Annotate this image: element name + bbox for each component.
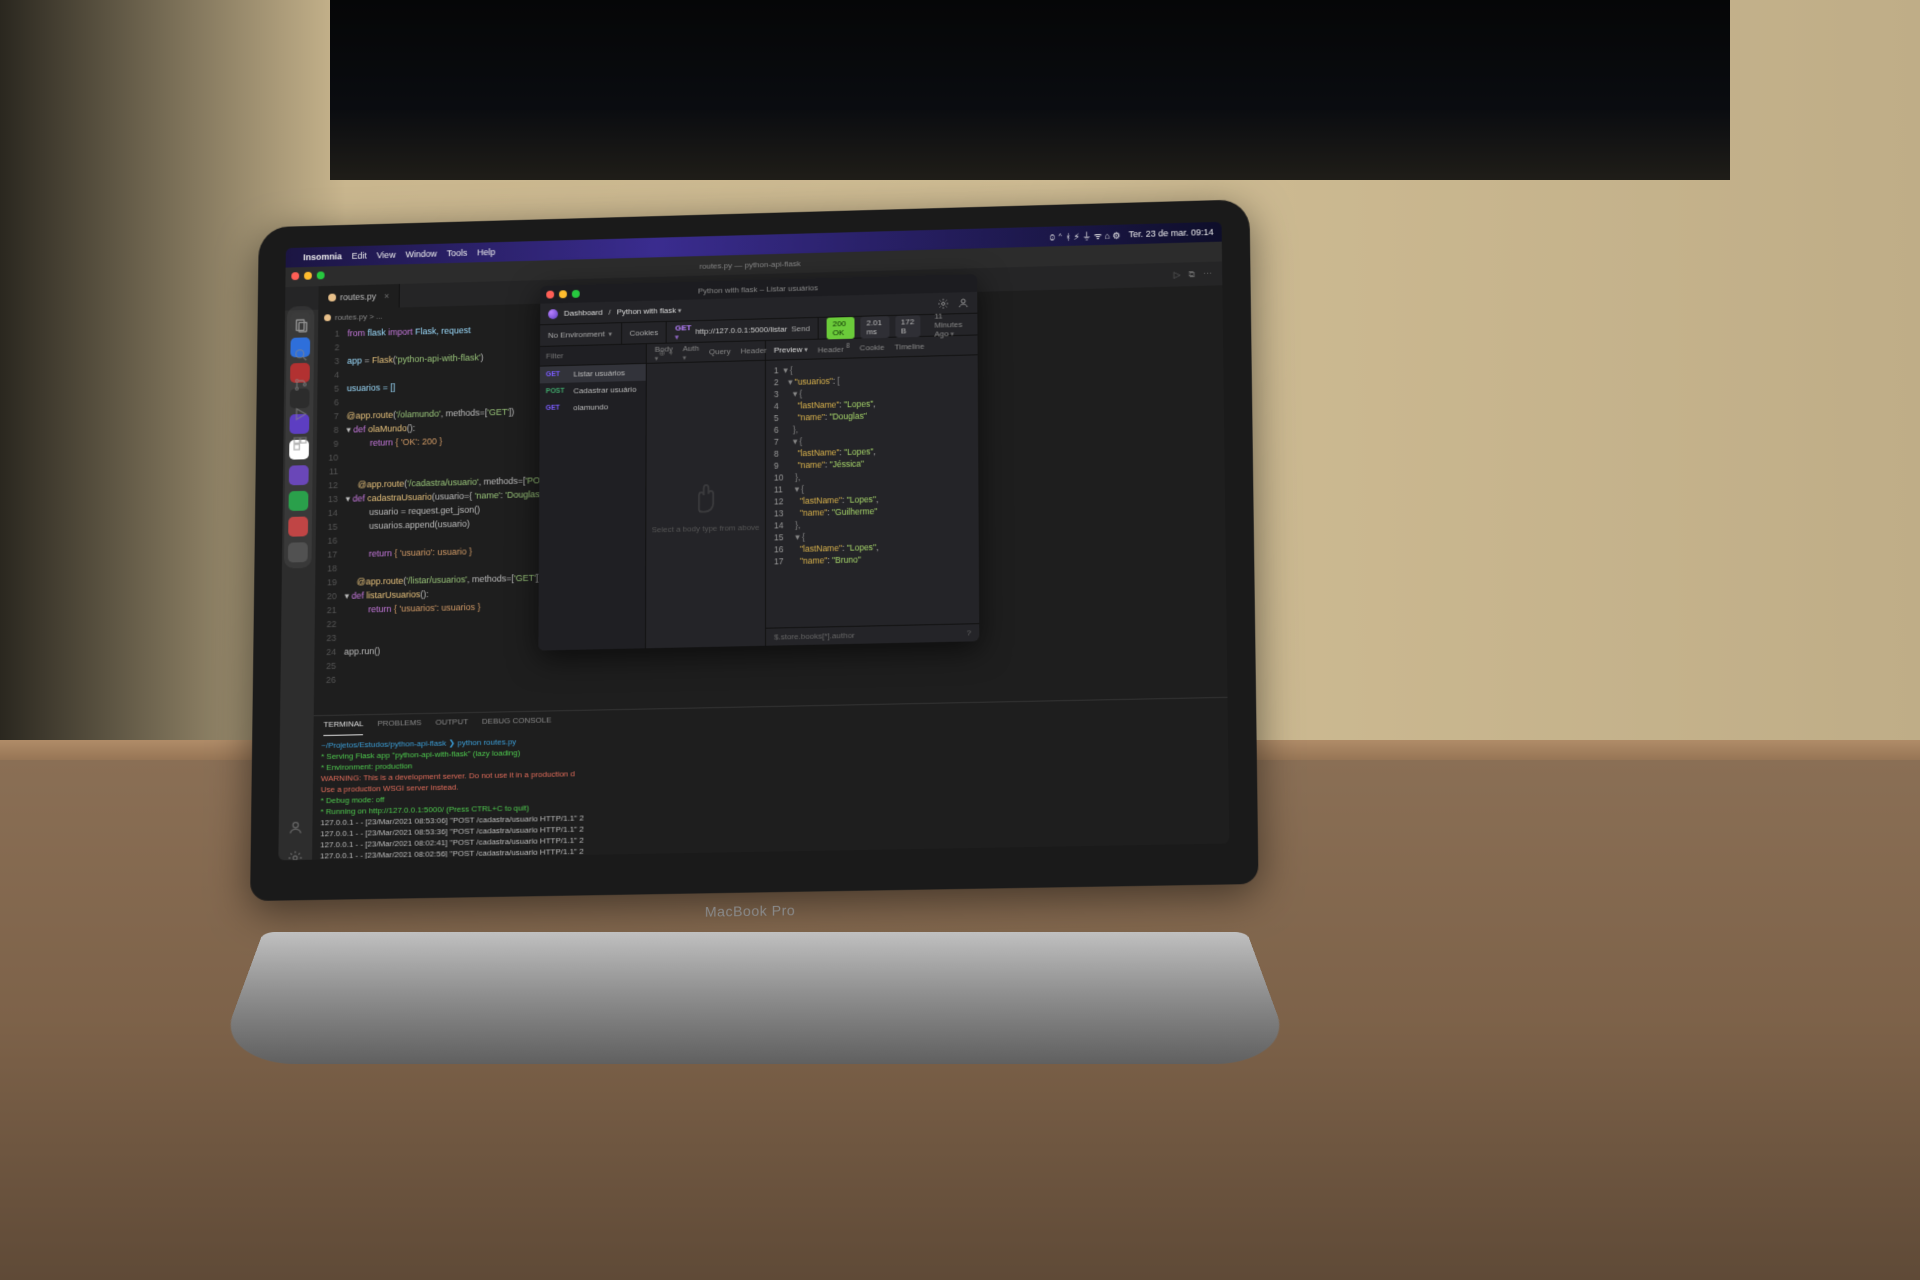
menu-edit[interactable]: Edit	[352, 251, 367, 261]
insomnia-title-text: Python with flask – Listar usuários	[698, 283, 818, 295]
request-label: Cadastrar usuário	[573, 385, 636, 395]
request-label: olamundo	[573, 402, 608, 412]
dock-spotify-icon[interactable]	[289, 491, 309, 511]
minimize-icon[interactable]	[304, 272, 312, 280]
body-hint-text: Select a body type from above	[652, 522, 760, 533]
menu-view[interactable]: View	[377, 250, 396, 260]
explorer-icon[interactable]	[294, 318, 310, 334]
tab-routes-py[interactable]: routes.py ×	[318, 284, 400, 310]
request-label: Listar usuários	[573, 368, 625, 378]
laptop: Insomnia Edit View Window Tools Help ⊙ ⌃…	[250, 210, 1310, 1110]
user-icon[interactable]	[957, 297, 969, 309]
size-pill: 172 B	[895, 315, 920, 337]
tab-query[interactable]: Query	[709, 347, 731, 356]
env-selector[interactable]: No Environment	[540, 323, 622, 346]
source-control-icon[interactable]	[293, 377, 309, 393]
tab-terminal[interactable]: TERMINAL	[323, 719, 363, 736]
method-selector[interactable]: GET	[675, 323, 691, 341]
split-icon[interactable]: ⧉	[1188, 269, 1195, 280]
python-file-icon	[324, 314, 331, 321]
send-button[interactable]: Send	[791, 324, 810, 333]
insomnia-body: ⊕ GET Listar usuários POST Cadastrar usu…	[538, 335, 979, 650]
menu-help[interactable]: Help	[477, 247, 495, 257]
cookies-button[interactable]: Cookies	[622, 322, 668, 344]
sort-icon[interactable]	[669, 348, 673, 357]
status-ln[interactable]: Ln 11, Col 1	[1022, 857, 1065, 860]
vscode-title-text: routes.py — python-api-flask	[700, 259, 801, 271]
tab-resp-header[interactable]: Header 8	[818, 343, 850, 354]
tab-auth[interactable]: Auth	[683, 343, 699, 361]
status-enc[interactable]: UTF-8	[1122, 856, 1145, 861]
request-list-pane: ⊕ GET Listar usuários POST Cadastrar usu…	[538, 344, 646, 650]
terminal-panel: TERMINAL PROBLEMS OUTPUT DEBUG CONSOLE ~…	[312, 697, 1229, 860]
tab-output[interactable]: OUTPUT	[435, 717, 468, 734]
laptop-brand: MacBook Pro	[705, 902, 795, 920]
request-pane: Body Auth Query Header Select a body typ…	[646, 341, 766, 648]
menubar-clock[interactable]: Ter. 23 de mar. 09:14	[1129, 227, 1214, 239]
zoom-icon[interactable]	[317, 271, 325, 279]
response-body[interactable]: 1 ▾ { 2 ▾ "usuarios": [ 3 ▾ { 4 "lastNam…	[766, 355, 979, 627]
dock-app4-icon[interactable]	[288, 516, 308, 536]
tab-preview[interactable]: Preview	[774, 345, 808, 355]
breadcrumb-text: routes.py > ...	[335, 311, 383, 321]
crumb-home[interactable]: Dashboard	[564, 308, 603, 318]
zoom-icon[interactable]	[572, 290, 580, 298]
menu-tools[interactable]: Tools	[447, 248, 468, 258]
status-bell-icon[interactable]: 🔔	[1211, 854, 1221, 860]
tab-debugcon[interactable]: DEBUG CONSOLE	[482, 715, 552, 732]
gear-icon[interactable]	[937, 297, 949, 309]
window-controls[interactable]	[291, 271, 324, 280]
search-icon[interactable]	[293, 347, 309, 363]
status-icons: ⊙ ⌃ ᚼ ⚡︎ ⏚ ᯤ ⌂ ⚙	[1050, 228, 1121, 243]
hand-icon	[687, 475, 725, 514]
time-pill: 2.01 ms	[860, 316, 889, 339]
account-icon[interactable]	[288, 820, 304, 836]
menu-window[interactable]: Window	[405, 249, 436, 260]
response-pane: Preview Header 8 Cookie Timeline 1 ▾ { 2…	[766, 335, 979, 645]
request-body-empty: Select a body type from above	[646, 361, 765, 648]
screen: Insomnia Edit View Window Tools Help ⊙ ⌃…	[278, 222, 1229, 860]
minimize-icon[interactable]	[559, 290, 567, 298]
python-file-icon	[328, 294, 336, 302]
status-spaces[interactable]: Spaces: 2	[1076, 856, 1112, 860]
more-icon[interactable]: ⋯	[1203, 268, 1212, 279]
status-lang[interactable]: Python	[1175, 855, 1201, 861]
tab-problems[interactable]: PROBLEMS	[377, 718, 421, 735]
tab-label: routes.py	[340, 291, 376, 302]
dock-settings-icon[interactable]	[288, 542, 308, 562]
tab-header[interactable]: Header	[741, 346, 767, 356]
request-olamundo[interactable]: GET olamundo	[540, 397, 646, 416]
status-eol[interactable]: LF	[1156, 855, 1166, 860]
filter-input[interactable]	[546, 349, 655, 361]
scene-window	[330, 0, 1730, 180]
history-button[interactable]: 11 Minutes Ago	[934, 311, 969, 339]
insomnia-logo-icon[interactable]	[548, 309, 558, 319]
tab-cookie[interactable]: Cookie	[860, 343, 885, 353]
close-icon[interactable]	[546, 291, 554, 299]
extensions-icon[interactable]	[292, 436, 308, 452]
crumb-workspace[interactable]: Python with flask	[617, 306, 682, 317]
jsonpath-hint[interactable]: $.store.books[*].author	[774, 629, 961, 642]
gear-icon[interactable]	[287, 850, 303, 861]
close-icon[interactable]	[291, 272, 299, 280]
run-icon[interactable]: ▷	[1173, 269, 1180, 280]
dock-app3-icon[interactable]	[289, 465, 309, 485]
laptop-base	[215, 932, 1296, 1064]
url-input[interactable]: http://127.0.0.1:5000/listar	[695, 325, 787, 336]
laptop-lid: Insomnia Edit View Window Tools Help ⊙ ⌃…	[250, 199, 1258, 901]
terminal-body[interactable]: ~/Projetos/Estudos/python-api-flask ❯ py…	[311, 718, 1229, 860]
help-icon[interactable]: ?	[967, 628, 972, 637]
menubar-app[interactable]: Insomnia	[303, 251, 342, 262]
debug-icon[interactable]	[293, 406, 309, 422]
tab-timeline[interactable]: Timeline	[895, 342, 925, 352]
insomnia-window: Python with flask – Listar usuários Dash…	[538, 274, 979, 650]
status-pill: 200 OK	[827, 316, 855, 338]
filter-row: ⊕	[540, 344, 646, 366]
tab-close-icon[interactable]: ×	[384, 291, 389, 301]
